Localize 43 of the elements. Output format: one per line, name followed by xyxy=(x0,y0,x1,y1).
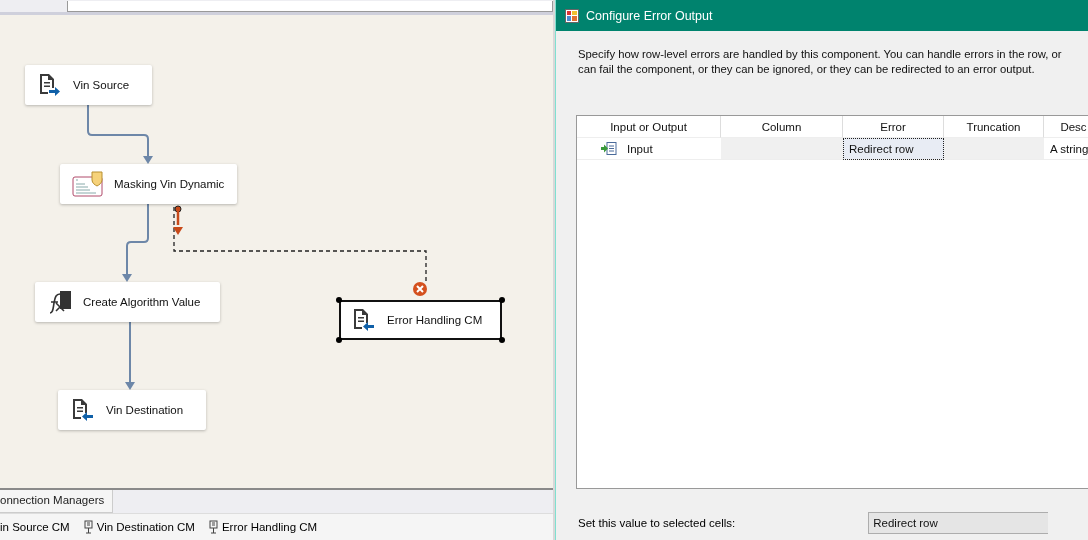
document-arrow-icon xyxy=(70,397,96,423)
component-label: Vin Source xyxy=(73,79,130,91)
data-flow-component[interactable]: Create Algorithm Value xyxy=(35,282,220,322)
data-path-arrow[interactable] xyxy=(125,321,135,390)
resize-handle[interactable] xyxy=(336,297,342,303)
document-arrow-icon xyxy=(351,307,377,333)
data-path-arrow[interactable] xyxy=(122,203,149,282)
card-shield-icon xyxy=(72,171,104,197)
connection-managers-tab[interactable]: onnection Managers xyxy=(0,490,114,513)
document-arrow-icon xyxy=(37,72,63,98)
component-dropdown[interactable] xyxy=(67,1,553,12)
function-icon xyxy=(47,289,73,315)
component-label: Error Handling CM xyxy=(387,314,483,326)
data-path-arrow[interactable] xyxy=(87,104,153,164)
resize-handle[interactable] xyxy=(499,337,505,343)
input-icon xyxy=(601,142,617,155)
data-flow-component[interactable]: Masking Vin Dynamic xyxy=(60,164,237,204)
plug-icon xyxy=(208,520,218,534)
resize-handle[interactable] xyxy=(499,297,505,303)
component-label: Vin Destination xyxy=(106,404,184,416)
data-flow-component[interactable]: Error Handling CM xyxy=(339,300,502,340)
set-value-label: Set this value to selected cells: xyxy=(578,517,736,529)
value-dropdown[interactable]: Redirect row xyxy=(868,512,1049,534)
resize-handle[interactable] xyxy=(336,337,342,343)
table-cell: Input xyxy=(627,142,653,155)
connection-manager-item[interactable]: Vin Destination CM xyxy=(96,521,195,533)
error-path-arrow[interactable] xyxy=(173,205,427,284)
dialog-icon xyxy=(565,8,579,23)
data-flow-component[interactable]: Vin Destination xyxy=(58,390,206,430)
plug-icon xyxy=(83,520,93,534)
data-flow-component[interactable]: Vin Source xyxy=(25,65,152,105)
component-label: Create Algorithm Value xyxy=(83,296,201,308)
description-text: Specify how row-level errors are handled by this component. You can handle errors in the row, or xyxy=(578,47,1062,62)
component-label: Masking Vin Dynamic xyxy=(114,178,225,190)
error-icon xyxy=(413,282,427,296)
table-cell: A string xyxy=(1044,138,1088,160)
column-header[interactable]: Desc xyxy=(1044,116,1088,138)
connection-manager-item[interactable]: Error Handling CM xyxy=(221,521,318,533)
connection-manager-item[interactable]: in Source CM xyxy=(0,521,70,533)
dialog-title: Configure Error Output xyxy=(586,8,713,23)
description-text: can fail the component, or they can be ignored, or they can be redirected to an error output. xyxy=(578,62,1035,77)
column-header[interactable]: Input or Output xyxy=(577,116,721,138)
table-cell[interactable]: Redirect row xyxy=(843,138,944,160)
